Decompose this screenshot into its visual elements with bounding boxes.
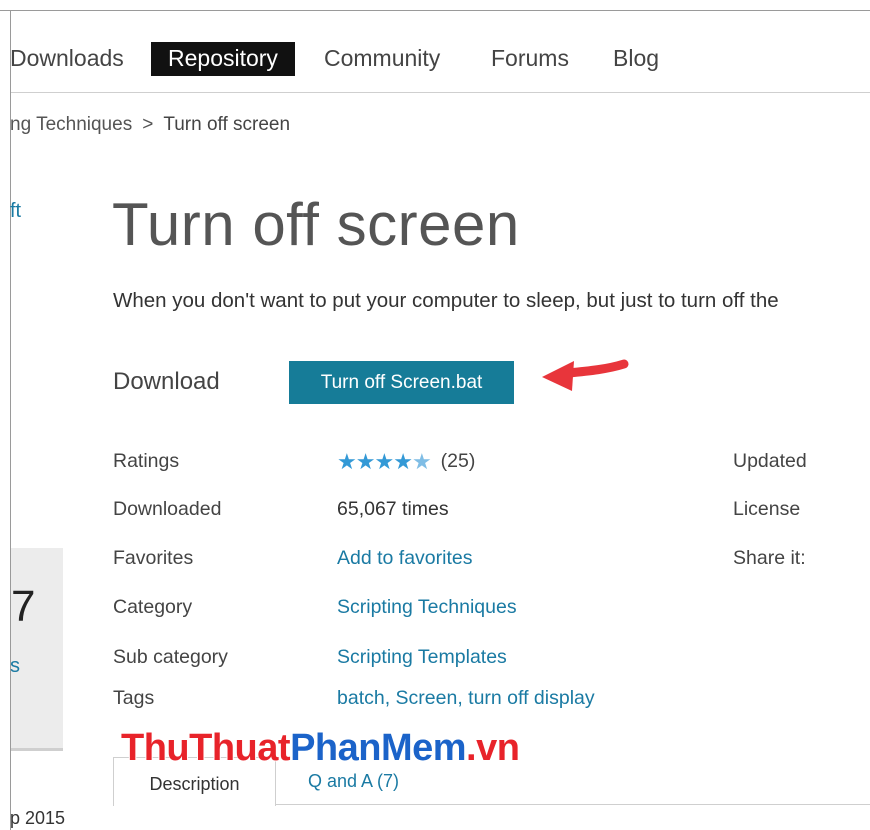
category-link[interactable]: Scripting Techniques — [337, 596, 517, 619]
star-icon: ★ — [411, 448, 432, 474]
sidebar-date: p 2015 — [10, 808, 66, 828]
share-label: Share it: — [733, 547, 806, 569]
nav-downloads[interactable]: Downloads — [10, 42, 124, 76]
subcategory-label: Sub category — [113, 646, 228, 668]
download-file-button[interactable]: Turn off Screen.bat — [289, 361, 514, 404]
tags-links[interactable]: batch, Screen, turn off display — [337, 687, 595, 710]
pointer-arrow-icon — [542, 359, 629, 391]
nav-community[interactable]: Community — [324, 42, 440, 76]
nav-repository[interactable]: Repository — [151, 42, 295, 76]
nav-blog[interactable]: Blog — [613, 42, 659, 76]
license-label: License — [733, 498, 801, 520]
sidebar-stat-number: 7 — [11, 582, 36, 631]
nav-forums[interactable]: Forums — [491, 42, 569, 76]
tags-label: Tags — [113, 687, 155, 709]
breadcrumb-parent-link[interactable]: ng Techniques — [10, 114, 132, 135]
category-label: Category — [113, 596, 193, 618]
nav-divider — [11, 92, 870, 93]
updated-label: Updated — [733, 450, 807, 472]
download-label: Download — [113, 368, 220, 395]
page-description: When you don't want to put your computer… — [113, 289, 779, 312]
watermark-logo: ThuThuatPhanMem.vn — [121, 727, 520, 769]
subcategory-link[interactable]: Scripting Templates — [337, 646, 507, 669]
star-icon: ★ — [337, 448, 357, 474]
breadcrumb-current: Turn off screen — [163, 114, 291, 135]
breadcrumb-separator: > — [142, 114, 154, 135]
ratings-count: (25) — [440, 450, 476, 472]
favorites-label: Favorites — [113, 547, 194, 569]
tabs-divider — [275, 804, 870, 805]
add-to-favorites-link[interactable]: Add to favorites — [337, 547, 473, 570]
sidebar-stat-link[interactable]: s — [10, 655, 20, 678]
sidebar-stat-box-shadow — [11, 748, 63, 751]
star-icon: ★ — [393, 448, 413, 474]
sidebar-stat-box — [11, 548, 63, 750]
tab-q-and-a[interactable]: Q and A (7) — [308, 771, 399, 792]
rating-stars: ★ ★ ★ ★ ★ (25) — [337, 450, 475, 473]
downloaded-label: Downloaded — [113, 498, 222, 520]
page-title: Turn off screen — [112, 191, 520, 258]
star-icon: ★ — [374, 448, 394, 474]
window-top-border — [0, 10, 870, 11]
sidebar-link[interactable]: ft — [10, 200, 21, 223]
ratings-label: Ratings — [113, 450, 180, 472]
breadcrumb: ng Techniques > Turn off screen — [10, 112, 290, 138]
star-icon: ★ — [355, 448, 376, 474]
downloaded-value: 65,067 times — [337, 498, 449, 520]
